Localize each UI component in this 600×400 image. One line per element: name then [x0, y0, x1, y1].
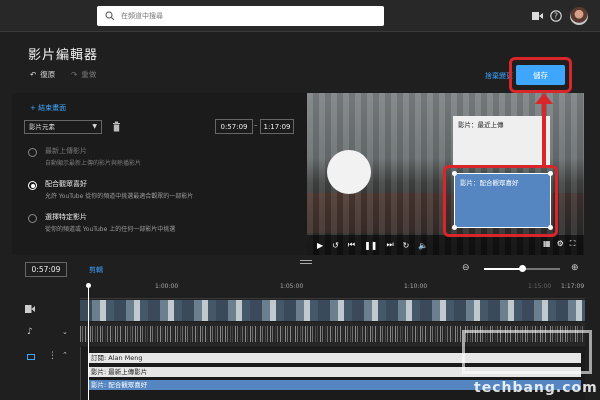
undo-label: 復原 — [40, 70, 56, 79]
playhead[interactable] — [88, 283, 89, 400]
ruler-tick: 1:10:00 — [404, 283, 428, 290]
video-track[interactable] — [80, 300, 585, 321]
ruler-tick: 1:05:00 — [280, 283, 304, 290]
add-end-screen-button[interactable]: + 結束畫面 — [30, 103, 66, 113]
audio-track-icon: ♪ — [27, 327, 33, 337]
option-desc: 允許 YouTube 從你的頻道中挑選最適合觀眾的一部影片 — [45, 193, 194, 200]
grid-icon[interactable]: ▦ — [543, 239, 551, 249]
rewind-frame-icon[interactable]: ⏮ — [348, 240, 355, 250]
option-title: 最新上傳影片 — [45, 147, 87, 155]
option-desc: 自動顯示最新上傳的影片與熱播影片 — [45, 160, 142, 167]
option-specific-video[interactable]: 選擇特定影片 從你的頻道或 YouTube 上的任何一部影片中挑選 — [28, 212, 175, 233]
forward-icon[interactable]: ↻ — [403, 241, 410, 250]
watermark-logo — [462, 330, 592, 374]
option-desc: 從你的頻道或 YouTube 上的任何一部影片中挑選 — [45, 226, 176, 233]
avatar[interactable] — [570, 7, 588, 25]
time-range-dash: – — [254, 121, 258, 129]
watermark-text: techbang.com — [474, 380, 598, 396]
highlight-box-save — [509, 57, 572, 93]
settings-icon[interactable]: ⚙ — [557, 239, 564, 249]
start-time-field[interactable]: 0:57:09 — [215, 119, 253, 134]
highlight-box-card — [443, 165, 558, 237]
end-screen-track-icon — [27, 354, 35, 360]
redo-button[interactable]: ↷ 重做 — [71, 69, 96, 80]
chevron-down-icon[interactable]: ⌄ — [62, 328, 68, 336]
svg-text:?: ? — [554, 12, 558, 21]
timeline-current-time[interactable]: 0:57:09 — [25, 262, 67, 277]
rewind-icon[interactable]: ↺ — [332, 241, 339, 250]
redo-icon: ↷ — [71, 70, 78, 79]
playhead-handle[interactable] — [86, 283, 91, 288]
highlight-arrow-head — [535, 93, 553, 104]
trash-icon[interactable] — [112, 121, 121, 132]
forward-frame-icon[interactable]: ⏭ — [386, 240, 393, 250]
chevron-up-icon[interactable]: ⌃ — [62, 351, 68, 359]
undo-button[interactable]: ↶ 復原 — [30, 69, 55, 80]
element-type-value: 影片元素 — [29, 123, 55, 131]
zoom-slider-fill — [484, 268, 522, 270]
search-input[interactable] — [121, 12, 361, 20]
zoom-out-icon[interactable]: ⊖ — [462, 263, 470, 273]
option-title: 選擇特定影片 — [45, 213, 87, 221]
top-bar: ? — [0, 0, 600, 32]
ruler-tick: 1:00:00 — [155, 283, 179, 290]
ruler-tick: 1:17:09 — [561, 283, 585, 290]
end-time-field[interactable]: 1:17:09 — [260, 119, 294, 134]
resize-grip-icon[interactable] — [300, 260, 312, 264]
option-best-for-viewer[interactable]: 配合觀眾喜好 允許 YouTube 從你的頻道中挑選最適合觀眾的一部影片 — [28, 179, 193, 200]
redo-label: 重做 — [81, 70, 97, 79]
search-box[interactable] — [97, 6, 384, 26]
ruler-tick: 1:15:00 — [528, 283, 552, 290]
fullscreen-icon[interactable]: ⛶ — [570, 239, 576, 249]
zoom-in-icon[interactable]: ⊕ — [571, 263, 579, 273]
chevron-down-icon: ▼ — [92, 123, 97, 130]
pause-icon[interactable]: ❚❚ — [364, 241, 377, 250]
element-type-select[interactable]: 影片元素 ▼ — [24, 120, 102, 134]
highlight-arrow — [542, 100, 546, 166]
option-title: 配合觀眾喜好 — [45, 180, 87, 188]
radio-best-for-viewer[interactable] — [28, 181, 37, 190]
video-track-icon — [25, 305, 35, 316]
search-icon — [105, 11, 115, 21]
radio-latest-upload — [28, 148, 37, 157]
page-title: 影片編輯器 — [28, 48, 99, 63]
radio-specific-video[interactable] — [28, 214, 37, 223]
cut-button[interactable]: 剪輯 — [89, 265, 103, 275]
undo-icon: ↶ — [30, 70, 37, 79]
play-icon[interactable]: ▶ — [317, 241, 323, 250]
subscribe-element-placeholder[interactable] — [327, 150, 371, 194]
player-right-controls: ▦ ⚙ ⛶ — [543, 239, 575, 249]
card-latest-upload[interactable]: 影片：最近上傳 — [453, 116, 550, 166]
watermark: techbang.com — [462, 330, 597, 398]
volume-icon[interactable]: 🔈 — [418, 241, 428, 250]
more-options-icon[interactable]: ⋮ — [48, 351, 57, 361]
zoom-slider-knob[interactable] — [519, 265, 526, 272]
create-video-icon[interactable] — [530, 9, 544, 23]
help-icon[interactable]: ? — [549, 9, 563, 23]
option-latest-upload: 最新上傳影片 自動顯示最新上傳的影片與熱播影片 — [28, 146, 141, 167]
